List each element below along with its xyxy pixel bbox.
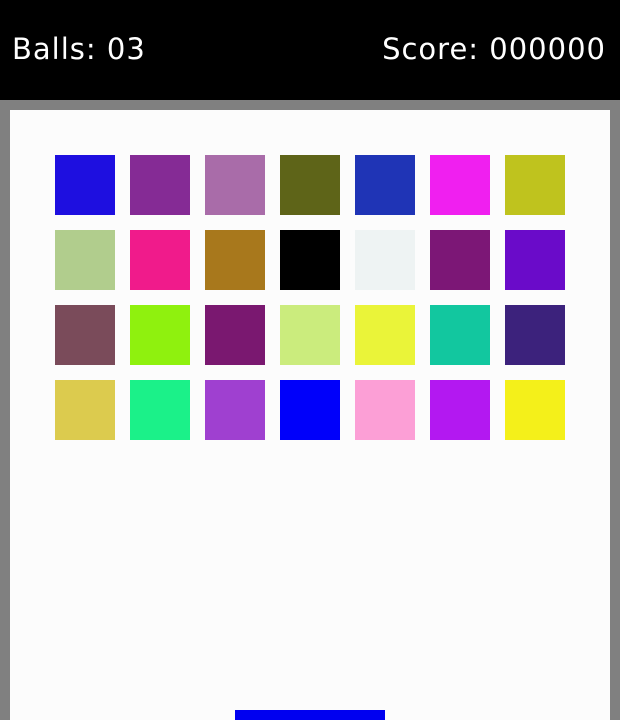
brick [55, 230, 115, 290]
brick [205, 380, 265, 440]
brick [430, 380, 490, 440]
paddle[interactable] [235, 710, 385, 720]
brick [505, 230, 565, 290]
brick [355, 305, 415, 365]
brick [280, 305, 340, 365]
score-label: Score: [382, 32, 480, 66]
brick [430, 230, 490, 290]
score-value: 000000 [489, 32, 606, 66]
brick [280, 380, 340, 440]
balls-value: 03 [106, 32, 146, 66]
brick [355, 230, 415, 290]
brick [280, 155, 340, 215]
brick [355, 380, 415, 440]
brick [355, 155, 415, 215]
brick [55, 155, 115, 215]
brick [130, 155, 190, 215]
balls-label: Balls: [12, 32, 97, 66]
brick [130, 305, 190, 365]
brick [505, 305, 565, 365]
brick [130, 230, 190, 290]
brick [505, 380, 565, 440]
brick [205, 305, 265, 365]
playfield[interactable] [10, 110, 610, 720]
brick [280, 230, 340, 290]
brick [430, 155, 490, 215]
score-counter: Score: 000000 [382, 32, 606, 66]
brick [205, 230, 265, 290]
brick [205, 155, 265, 215]
brick [55, 380, 115, 440]
brick [130, 380, 190, 440]
brick [430, 305, 490, 365]
brick [505, 155, 565, 215]
hud-bar: Balls: 03 Score: 000000 [0, 0, 620, 100]
balls-counter: Balls: 03 [12, 32, 146, 66]
brick [55, 305, 115, 365]
